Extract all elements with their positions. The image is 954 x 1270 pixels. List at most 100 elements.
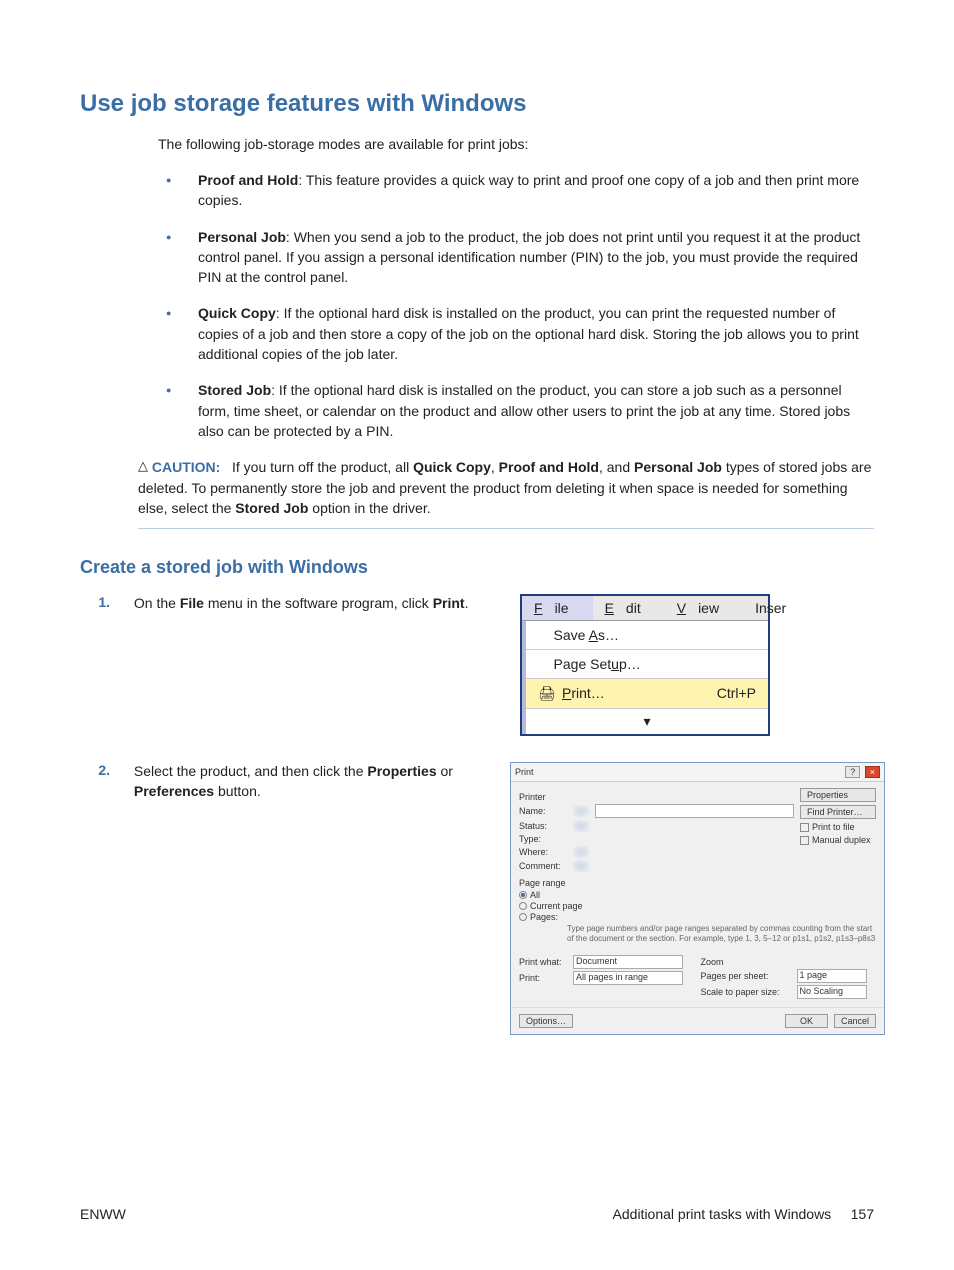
- zoom-label: Zoom: [701, 957, 877, 967]
- t: ile: [543, 596, 581, 620]
- radio-icon: [519, 891, 527, 899]
- scale-label: Scale to paper size:: [701, 987, 791, 997]
- caution-icon: △: [138, 458, 148, 473]
- properties-button[interactable]: Properties: [800, 788, 876, 802]
- step-text: Select the product, and then click the P…: [114, 762, 484, 801]
- caution-text: ,: [491, 459, 499, 475]
- menu-item-print[interactable]: 🖨Print… Ctrl+P: [526, 679, 768, 709]
- radio-icon: [519, 902, 527, 910]
- manual-duplex-checkbox[interactable]: Manual duplex: [800, 835, 876, 845]
- mode-desc: : When you send a job to the product, th…: [198, 229, 860, 286]
- step-bold: Print: [433, 595, 465, 611]
- t: On the: [134, 595, 180, 611]
- t: iew: [686, 596, 731, 620]
- t: menu in the software program, click: [204, 595, 433, 611]
- printer-name-select[interactable]: [595, 804, 794, 818]
- printer-group-label: Printer: [519, 792, 794, 802]
- menu-insert[interactable]: Inser: [743, 596, 798, 620]
- menu-item-pagesetup[interactable]: Page Setup…: [526, 650, 768, 679]
- section-title: Create a stored job with Windows: [80, 557, 874, 578]
- printer-icon: 🖨: [538, 685, 556, 702]
- menu-dropdown: Save As… Page Setup… 🖨Print… Ctrl+P ▾: [522, 621, 768, 734]
- mode-name: Quick Copy: [198, 305, 276, 321]
- ok-button[interactable]: OK: [785, 1014, 828, 1028]
- find-printer-button[interactable]: Find Printer…: [800, 805, 876, 819]
- t: Current page: [530, 901, 583, 911]
- menu-view[interactable]: View: [665, 596, 743, 620]
- page-title: Use job storage features with Windows: [80, 90, 874, 118]
- pages-per-sheet-select[interactable]: 1 page: [797, 969, 867, 983]
- radio-all[interactable]: All: [519, 890, 876, 900]
- caution-bold: Personal Job: [634, 459, 722, 475]
- menu-edit[interactable]: Edit: [593, 596, 665, 620]
- blur-icon: [573, 860, 589, 872]
- caution-text: If you turn off the product, all: [232, 459, 413, 475]
- caution-bold: Proof and Hold: [499, 459, 599, 475]
- menu-item-saveas[interactable]: Save As…: [526, 621, 768, 650]
- shortcut-text: Ctrl+P: [717, 685, 756, 702]
- step-bold: File: [180, 595, 204, 611]
- blur-icon: [573, 820, 589, 832]
- mode-desc: : If the optional hard disk is installed…: [198, 382, 850, 439]
- print-select[interactable]: All pages in range: [573, 971, 683, 985]
- t: button.: [214, 783, 261, 799]
- menu-expand-icon[interactable]: ▾: [526, 709, 768, 734]
- mode-desc: : This feature provides a quick way to p…: [198, 172, 859, 208]
- t: or: [437, 763, 453, 779]
- intro-text: The following job-storage modes are avai…: [158, 136, 874, 152]
- scale-select[interactable]: No Scaling: [797, 985, 867, 999]
- print-label: Print:: [519, 973, 567, 983]
- printer-icon: [573, 805, 589, 817]
- radio-icon: [519, 913, 527, 921]
- page-footer: ENWW Additional print tasks with Windows…: [80, 1206, 874, 1222]
- caution-block: △ CAUTION: If you turn off the product, …: [138, 457, 874, 529]
- step-bold: Properties: [367, 763, 436, 779]
- t: All: [530, 890, 540, 900]
- step-number: 1.: [80, 594, 110, 610]
- page-range-note: Type page numbers and/or page ranges sep…: [567, 924, 876, 943]
- print-dialog-screenshot: Print ? × Printer Name: Status:: [510, 762, 885, 1035]
- step-row: 2. Select the product, and then click th…: [80, 762, 874, 1035]
- caution-bold: Quick Copy: [413, 459, 491, 475]
- status-label: Status:: [519, 821, 567, 831]
- help-button[interactable]: ?: [845, 766, 860, 778]
- cancel-button[interactable]: Cancel: [834, 1014, 876, 1028]
- checkbox-icon: [800, 823, 809, 832]
- print-what-select[interactable]: Document: [573, 955, 683, 969]
- caution-label: CAUTION:: [152, 459, 220, 475]
- list-item: Proof and Hold: This feature provides a …: [158, 170, 874, 211]
- caution-text: option in the driver.: [308, 500, 430, 516]
- checkbox-icon: [800, 836, 809, 845]
- page-range-label: Page range: [519, 878, 876, 888]
- footer-section: Additional print tasks with Windows: [613, 1206, 832, 1222]
- step-number: 2.: [80, 762, 110, 778]
- options-button[interactable]: Options…: [519, 1014, 573, 1028]
- mode-desc: : If the optional hard disk is installed…: [198, 305, 859, 362]
- menu-file[interactable]: File: [522, 596, 593, 620]
- radio-current[interactable]: Current page: [519, 901, 876, 911]
- mode-name: Personal Job: [198, 229, 286, 245]
- page-number: 157: [851, 1206, 874, 1222]
- mode-name: Stored Job: [198, 382, 271, 398]
- t: Select the product, and then click the: [134, 763, 367, 779]
- list-item: Quick Copy: If the optional hard disk is…: [158, 303, 874, 364]
- name-label: Name:: [519, 806, 567, 816]
- t: dit: [614, 596, 653, 620]
- pages-per-sheet-label: Pages per sheet:: [701, 971, 791, 981]
- file-menu-screenshot: File Edit View Inser Save As… Page Setup…: [520, 594, 770, 736]
- step-text: On the File menu in the software program…: [114, 594, 484, 614]
- mode-list: Proof and Hold: This feature provides a …: [158, 170, 874, 441]
- caution-bold: Stored Job: [235, 500, 308, 516]
- list-item: Personal Job: When you send a job to the…: [158, 227, 874, 288]
- print-what-label: Print what:: [519, 957, 567, 967]
- print-to-file-checkbox[interactable]: Print to file: [800, 822, 876, 832]
- footer-left: ENWW: [80, 1206, 126, 1222]
- caution-text: [224, 459, 232, 475]
- step-row: 1. On the File menu in the software prog…: [80, 594, 874, 736]
- dialog-title: Print: [515, 767, 534, 777]
- menu-bar: File Edit View Inser: [522, 596, 768, 621]
- radio-pages[interactable]: Pages:: [519, 912, 876, 922]
- dialog-titlebar: Print ? ×: [511, 763, 884, 782]
- t: .: [465, 595, 469, 611]
- close-button[interactable]: ×: [865, 766, 880, 778]
